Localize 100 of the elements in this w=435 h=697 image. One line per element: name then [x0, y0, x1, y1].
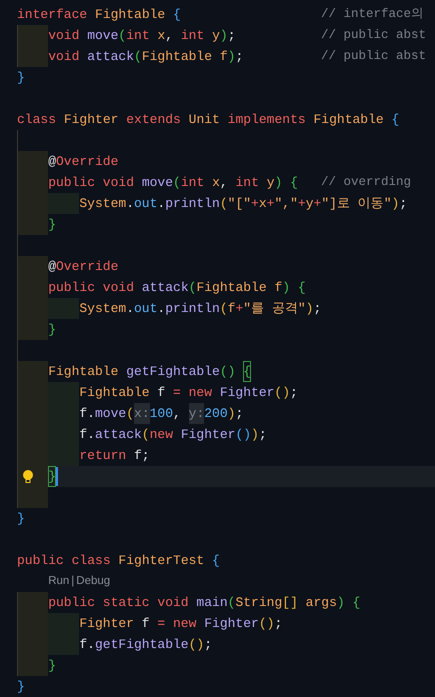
- keyword: +: [235, 300, 244, 318]
- keyword: void: [48, 27, 80, 45]
- code-text: ;: [204, 636, 212, 654]
- variable: x: [212, 174, 220, 192]
- type-name: Fightable: [196, 279, 268, 297]
- bracket: (): [258, 615, 274, 633]
- bracket: }: [17, 510, 25, 528]
- bracket: ): [228, 48, 236, 66]
- type-name: System: [79, 195, 126, 213]
- keyword: int: [126, 27, 151, 45]
- string-literal: "를 공격": [243, 300, 306, 318]
- indent-guide: [17, 592, 48, 613]
- field-name: out: [134, 195, 158, 213]
- bracket: }: [48, 657, 56, 675]
- method-name: println: [165, 195, 220, 213]
- variable: f: [228, 300, 236, 318]
- bracket: ): [251, 426, 259, 444]
- code-text: f: [142, 615, 151, 633]
- bracket: (): [220, 363, 236, 381]
- keyword: extends: [126, 111, 182, 129]
- bracket: ): [228, 405, 236, 423]
- variable: args: [306, 594, 337, 612]
- code-text: f;: [134, 447, 150, 465]
- inlay-hint: y:: [188, 403, 204, 424]
- string-literal: ",": [274, 195, 298, 213]
- bracket: (: [220, 300, 228, 318]
- keyword: public static void: [48, 594, 190, 612]
- bracket: (): [188, 636, 204, 654]
- code-text: ,: [220, 174, 229, 192]
- code-comment: // public abst: [321, 48, 426, 65]
- lightbulb-icon[interactable]: [21, 469, 35, 485]
- method-name: Fighter: [204, 615, 259, 633]
- keyword: public void: [48, 174, 136, 192]
- code-text: .: [157, 195, 166, 213]
- keyword: new: [150, 426, 174, 444]
- bracket: (: [173, 174, 181, 192]
- indent-guide: [48, 445, 80, 466]
- string-literal: "]로 이동": [321, 195, 392, 213]
- code-comment: // public abst: [321, 27, 426, 44]
- bracket: (): [235, 426, 252, 444]
- number-literal: 200: [204, 405, 228, 423]
- bracket: (: [126, 405, 134, 423]
- keyword: void: [48, 48, 80, 66]
- keyword: public void: [48, 279, 136, 297]
- bracket: ) {: [274, 174, 298, 192]
- keyword: implements: [228, 111, 307, 129]
- type-name: Unit: [188, 111, 221, 129]
- method-name: getFightable: [126, 363, 220, 381]
- indent-guide: [17, 655, 48, 676]
- codelens-link[interactable]: Run: [48, 571, 70, 592]
- code-text: ;: [399, 195, 408, 213]
- variable: x: [157, 27, 166, 45]
- bracket: ) {: [282, 279, 306, 297]
- bracket: (: [142, 426, 150, 444]
- bracket: {: [212, 552, 220, 570]
- keyword: interface: [17, 6, 88, 24]
- code-text: .: [126, 300, 134, 318]
- field-name: out: [134, 300, 158, 318]
- matching-bracket: {: [243, 361, 252, 382]
- keyword: = new: [157, 615, 198, 633]
- type-name: FighterTest: [118, 552, 206, 570]
- string-literal: "[": [228, 195, 252, 213]
- variable: y: [266, 174, 275, 192]
- bracket: }: [48, 321, 56, 339]
- method-name: attack: [142, 279, 189, 297]
- code-text: @: [48, 153, 56, 171]
- code-text: ;: [313, 300, 322, 318]
- type-name: Fightable: [314, 111, 385, 129]
- method-name: move: [87, 27, 118, 45]
- text-cursor: [56, 467, 58, 486]
- type-name: Fighter: [64, 111, 120, 129]
- bracket: ): [392, 195, 400, 213]
- method-name: move: [94, 405, 126, 423]
- type-name: Fightable: [95, 6, 166, 24]
- matching-bracket: }: [48, 466, 56, 487]
- code-text: ,: [165, 27, 174, 45]
- codelens-link[interactable]: Debug: [76, 571, 110, 592]
- method-name: attack: [87, 48, 134, 66]
- method-name: Fighter: [220, 384, 274, 402]
- variable: y: [212, 27, 220, 45]
- code-text: f: [157, 384, 166, 402]
- variable: x: [258, 195, 267, 213]
- bracket: {: [392, 111, 400, 129]
- keyword: +: [266, 195, 274, 213]
- number-literal: 100: [150, 405, 174, 423]
- type-name: Fightable: [79, 384, 151, 402]
- bracket: []: [282, 594, 299, 612]
- bracket: }: [17, 69, 25, 87]
- code-text: .: [126, 195, 134, 213]
- code-text: ;: [258, 426, 267, 444]
- indent-guide: [17, 46, 48, 67]
- bracket: {: [173, 6, 181, 24]
- type-name: Fighter: [79, 615, 135, 633]
- inlay-hint: x:: [134, 403, 150, 424]
- variable: y: [306, 195, 314, 213]
- variable: f: [274, 279, 282, 297]
- keyword: +: [298, 195, 306, 213]
- keyword: int: [180, 27, 206, 45]
- method-name: main: [196, 594, 228, 612]
- type-name: Fightable: [142, 48, 214, 66]
